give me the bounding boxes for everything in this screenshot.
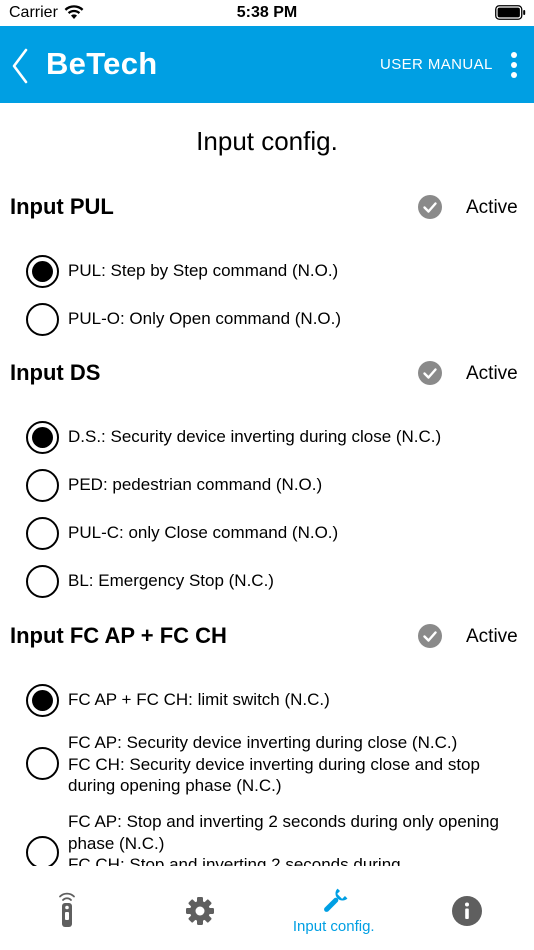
option-label: PUL-O: Only Open command (N.O.) xyxy=(68,309,342,328)
gear-icon xyxy=(186,897,215,925)
section-title-input-ds: Input DS xyxy=(10,360,101,385)
option-label: FC AP + FC CH: limit switch (N.C.) xyxy=(68,690,330,709)
radio-button[interactable] xyxy=(26,747,59,780)
radio-button[interactable] xyxy=(26,303,59,336)
section-title-input-fc: Input FC AP + FC CH xyxy=(10,623,227,648)
radio-button[interactable] xyxy=(26,836,59,866)
radio-button[interactable] xyxy=(26,565,59,598)
radio-button-selected[interactable] xyxy=(26,684,59,717)
radio-button-selected[interactable] xyxy=(26,255,59,288)
tab-bar: Input config. xyxy=(0,866,534,950)
status-time: 5:38 PM xyxy=(236,4,298,21)
battery-icon xyxy=(495,5,526,20)
section-status-active: Active xyxy=(466,197,518,218)
option-label: D.S.: Security device inverting during c… xyxy=(68,427,442,446)
info-icon xyxy=(452,896,483,926)
tab-settings[interactable] xyxy=(134,866,268,950)
app-title: BeTech xyxy=(46,46,158,81)
option-label: PED: pedestrian command (N.O.) xyxy=(68,475,323,494)
radio-button[interactable] xyxy=(26,517,59,550)
radio-button[interactable] xyxy=(26,469,59,502)
wrench-icon xyxy=(323,888,348,912)
tab-input-config[interactable]: Input config. xyxy=(267,866,401,950)
back-chevron-icon[interactable] xyxy=(6,46,40,86)
option-label: BL: Emergency Stop (N.C.) xyxy=(68,571,274,590)
option-label: PUL-C: only Close command (N.O.) xyxy=(68,523,339,542)
tab-remote[interactable] xyxy=(0,866,134,950)
tab-label-input-config: Input config. xyxy=(292,918,375,935)
status-bar: Carrier 5:38 PM xyxy=(0,0,534,26)
option-label: PUL: Step by Step command (N.O.) xyxy=(68,261,339,280)
radio-button-selected[interactable] xyxy=(26,421,59,454)
active-check-icon xyxy=(418,361,442,385)
active-check-icon xyxy=(418,624,442,648)
active-check-icon xyxy=(418,195,442,219)
section-status-active: Active xyxy=(466,363,518,384)
more-vert-icon[interactable] xyxy=(504,50,524,80)
app-bar: BeTech USER MANUAL xyxy=(0,26,534,103)
option-label: FC AP: Stop and inverting 2 seconds duri… xyxy=(68,812,499,866)
option-label: FC AP: Security device inverting during … xyxy=(68,733,480,795)
tab-info[interactable] xyxy=(401,866,534,950)
page-title: Input config. xyxy=(196,126,338,156)
section-title-input-pul: Input PUL xyxy=(10,194,114,219)
input-config-content[interactable]: Input config. Input PUL Active PUL: Step… xyxy=(0,103,534,866)
remote-icon xyxy=(58,892,75,927)
section-status-active: Active xyxy=(466,626,518,647)
user-manual-button[interactable]: USER MANUAL xyxy=(380,56,493,73)
